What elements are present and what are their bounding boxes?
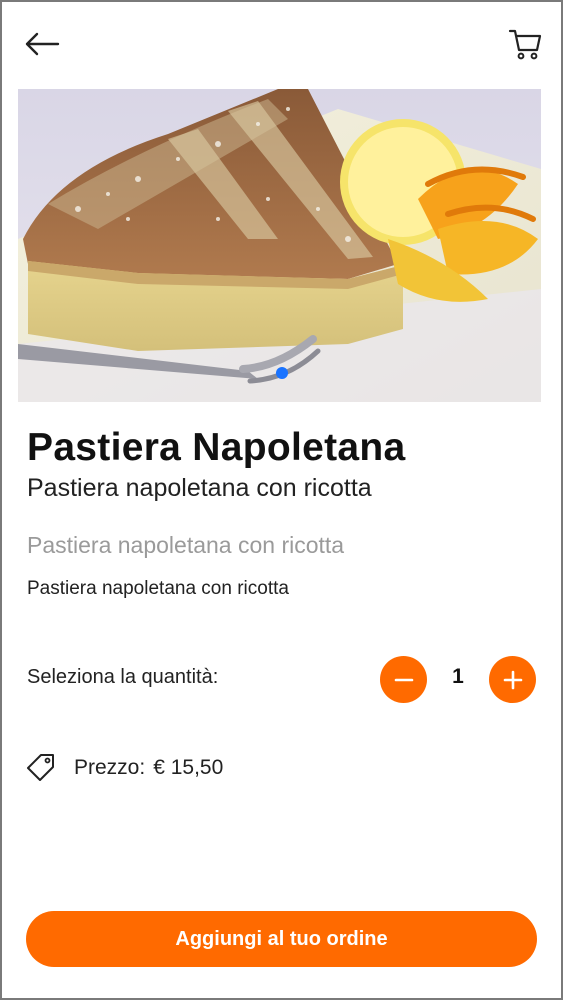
quantity-increase-button[interactable] bbox=[489, 656, 536, 703]
product-description-muted: Pastiera napoletana con ricotta bbox=[27, 532, 345, 558]
plus-icon bbox=[503, 670, 522, 689]
product-image bbox=[18, 89, 541, 402]
quantity-decrease-button[interactable] bbox=[380, 656, 427, 703]
cart-button[interactable] bbox=[505, 24, 545, 64]
tag-icon bbox=[27, 754, 54, 781]
minus-icon bbox=[394, 678, 413, 681]
product-description: Pastiera napoletana con ricotta bbox=[27, 578, 289, 599]
back-button[interactable] bbox=[20, 24, 64, 64]
quantity-value: 1 bbox=[452, 665, 464, 688]
top-bar bbox=[0, 0, 563, 88]
add-to-order-button[interactable]: Aggiungi al tuo ordine bbox=[26, 911, 537, 967]
product-subtitle: Pastiera napoletana con ricotta bbox=[27, 474, 372, 502]
carousel-dot-active[interactable] bbox=[276, 367, 288, 379]
product-title: Pastiera Napoletana bbox=[27, 426, 406, 469]
quantity-label: Seleziona la quantità: bbox=[27, 666, 219, 688]
shopping-cart-icon bbox=[508, 29, 542, 60]
price-row: Prezzo: € 15,50 bbox=[74, 756, 223, 780]
arrow-left-icon bbox=[25, 32, 60, 56]
price-amount: € 15,50 bbox=[153, 756, 224, 779]
price-label: Prezzo: bbox=[74, 756, 146, 779]
product-image-carousel[interactable] bbox=[18, 89, 541, 402]
